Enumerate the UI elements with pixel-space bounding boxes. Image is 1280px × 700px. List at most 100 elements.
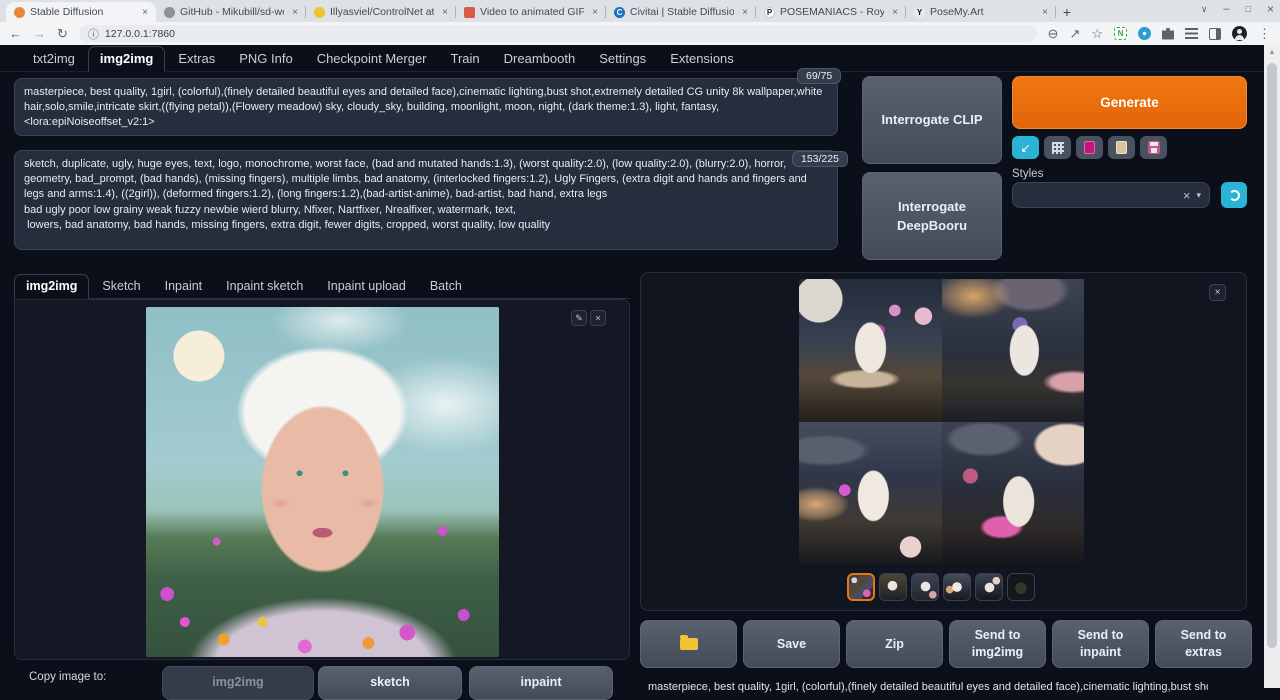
- paste-params-icon[interactable]: ↙: [1012, 136, 1039, 159]
- open-folder-button[interactable]: [640, 620, 737, 668]
- profile-avatar[interactable]: [1232, 26, 1247, 41]
- tab-extras[interactable]: Extras: [167, 47, 226, 71]
- address-bar[interactable]: ⓘ 127.0.0.1:7860: [79, 25, 1037, 42]
- styles-clear-icon[interactable]: ×: [1183, 188, 1191, 203]
- mode-tab-batch[interactable]: Batch: [419, 275, 473, 298]
- menu-dots-icon[interactable]: ⋮: [1258, 27, 1271, 40]
- tab-close-icon[interactable]: ×: [439, 7, 448, 18]
- browser-tab-controlnet[interactable]: Illyasviel/ControlNet at main ×: [306, 2, 456, 22]
- zoom-icon[interactable]: ⊖: [1048, 27, 1059, 40]
- remove-image-icon[interactable]: ×: [590, 310, 606, 326]
- tab-close-icon[interactable]: ×: [1039, 7, 1048, 18]
- new-tab-button[interactable]: +: [1056, 2, 1078, 22]
- refresh-styles-button[interactable]: [1221, 182, 1247, 208]
- browser-tab-posemaniacs[interactable]: P POSEMANIACS - Royalty free 3 ×: [756, 2, 906, 22]
- tab-search-chevron-icon[interactable]: ∨: [1201, 4, 1208, 15]
- bookmark-star-icon[interactable]: ☆: [1091, 27, 1103, 40]
- notion-extension-icon[interactable]: N: [1114, 27, 1127, 40]
- styles-caret-icon[interactable]: ▾: [1196, 190, 1201, 201]
- mode-tab-sketch[interactable]: Sketch: [91, 275, 151, 298]
- send-to-inpaint-button[interactable]: Send to inpaint: [1052, 620, 1149, 668]
- browser-tab-github[interactable]: GitHub - Mikubill/sd-webui-con ×: [156, 2, 306, 22]
- page-scrollbar[interactable]: ▲: [1264, 45, 1280, 688]
- github-favicon: [164, 7, 175, 18]
- site-info-icon[interactable]: ⓘ: [88, 26, 99, 42]
- tab-train[interactable]: Train: [440, 47, 491, 71]
- tab-dreambooth[interactable]: Dreambooth: [493, 47, 587, 71]
- result-image-3: [799, 422, 942, 565]
- thumbnail-6[interactable]: [1007, 573, 1035, 601]
- main-nav-tabs: txt2img img2img Extras PNG Info Checkpoi…: [0, 45, 1264, 72]
- thumbnail-1-selected[interactable]: [847, 573, 875, 601]
- posemaniacs-favicon: P: [764, 7, 775, 18]
- mode-tab-inpaint[interactable]: Inpaint: [154, 275, 214, 298]
- extensions-puzzle-icon[interactable]: [1162, 28, 1174, 40]
- tab-png-info[interactable]: PNG Info: [228, 47, 303, 71]
- tab-close-icon[interactable]: ×: [739, 7, 748, 18]
- tab-extensions[interactable]: Extensions: [659, 47, 745, 71]
- styles-dropdown[interactable]: × ▾: [1012, 182, 1210, 208]
- back-icon[interactable]: ←: [9, 27, 22, 40]
- tab-groups-icon[interactable]: [1185, 28, 1198, 39]
- clear-prompt-icon[interactable]: [1044, 136, 1071, 159]
- scrollbar-thumb[interactable]: [1267, 63, 1277, 648]
- result-image-1: [799, 279, 942, 422]
- tab-settings[interactable]: Settings: [588, 47, 657, 71]
- mode-tab-img2img[interactable]: img2img: [14, 274, 89, 299]
- tab-title: Civitai | Stable Diffusion model: [630, 6, 734, 18]
- save-button[interactable]: Save: [743, 620, 840, 668]
- share-icon[interactable]: ↗: [1069, 27, 1080, 40]
- apply-styles-icon[interactable]: [1108, 136, 1135, 159]
- copy-image-label: Copy image to:: [29, 671, 106, 683]
- close-window-icon[interactable]: ×: [1267, 2, 1274, 16]
- tab-img2img[interactable]: img2img: [88, 46, 165, 72]
- send-to-extras-button[interactable]: Send to extras: [1155, 620, 1252, 668]
- stable-diffusion-favicon: [14, 7, 25, 18]
- tab-title: POSEMANIACS - Royalty free 3: [780, 6, 884, 18]
- browser-tab-gif-converter[interactable]: Video to animated GIF converter ×: [456, 2, 606, 22]
- zip-button[interactable]: Zip: [846, 620, 943, 668]
- source-image-portrait[interactable]: [146, 307, 499, 657]
- thumbnail-3[interactable]: [911, 573, 939, 601]
- thumbnail-5[interactable]: [975, 573, 1003, 601]
- minimize-icon[interactable]: –: [1223, 3, 1229, 15]
- thumbnail-2[interactable]: [879, 573, 907, 601]
- result-grid-image[interactable]: [799, 279, 1084, 564]
- tab-txt2img[interactable]: txt2img: [22, 47, 86, 71]
- copy-to-sketch-button[interactable]: sketch: [318, 666, 462, 700]
- controlnet-favicon: [314, 7, 325, 18]
- save-style-icon[interactable]: [1140, 136, 1167, 159]
- tab-close-icon[interactable]: ×: [139, 7, 148, 18]
- edit-image-icon[interactable]: ✎: [571, 310, 587, 326]
- reload-icon[interactable]: ↻: [57, 27, 68, 40]
- negative-prompt-input[interactable]: sketch, duplicate, ugly, huge eyes, text…: [14, 150, 838, 250]
- prompt-input[interactable]: masterpiece, best quality, 1girl, (color…: [14, 78, 838, 136]
- sidebar-icon[interactable]: [1209, 28, 1221, 40]
- tab-checkpoint-merger[interactable]: Checkpoint Merger: [306, 47, 438, 71]
- browser-tab-stable-diffusion[interactable]: Stable Diffusion ×: [6, 2, 156, 22]
- posemyart-favicon: Y: [914, 7, 925, 18]
- interrogate-clip-button[interactable]: Interrogate CLIP: [862, 76, 1002, 164]
- extra-networks-icon[interactable]: [1076, 136, 1103, 159]
- blue-extension-icon[interactable]: [1138, 27, 1151, 40]
- send-to-img2img-button[interactable]: Send to img2img: [949, 620, 1046, 668]
- browser-tab-civitai[interactable]: C Civitai | Stable Diffusion model ×: [606, 2, 756, 22]
- tab-close-icon[interactable]: ×: [589, 7, 598, 18]
- browser-chrome: Stable Diffusion × GitHub - Mikubill/sd-…: [0, 0, 1280, 45]
- mode-tab-inpaint-sketch[interactable]: Inpaint sketch: [215, 275, 314, 298]
- mode-tab-inpaint-upload[interactable]: Inpaint upload: [316, 275, 417, 298]
- tab-close-icon[interactable]: ×: [889, 7, 898, 18]
- copy-to-img2img-button[interactable]: img2img: [162, 666, 314, 700]
- maximize-icon[interactable]: □: [1246, 4, 1251, 14]
- generate-button[interactable]: Generate: [1012, 76, 1247, 129]
- close-gallery-icon[interactable]: ×: [1209, 284, 1226, 301]
- browser-tab-posemyart[interactable]: Y PoseMy.Art ×: [906, 2, 1056, 22]
- interrogate-deepbooru-button[interactable]: Interrogate DeepBooru: [862, 172, 1002, 260]
- tab-close-icon[interactable]: ×: [289, 7, 298, 18]
- thumbnail-4[interactable]: [943, 573, 971, 601]
- source-image-dropzone[interactable]: ✎ ×: [14, 299, 630, 660]
- toolbar-icons: ⊖ ↗ ☆ N ⋮: [1048, 26, 1271, 41]
- copy-to-inpaint-button[interactable]: inpaint: [469, 666, 613, 700]
- scroll-up-icon[interactable]: ▲: [1264, 45, 1280, 56]
- forward-icon[interactable]: →: [33, 27, 46, 40]
